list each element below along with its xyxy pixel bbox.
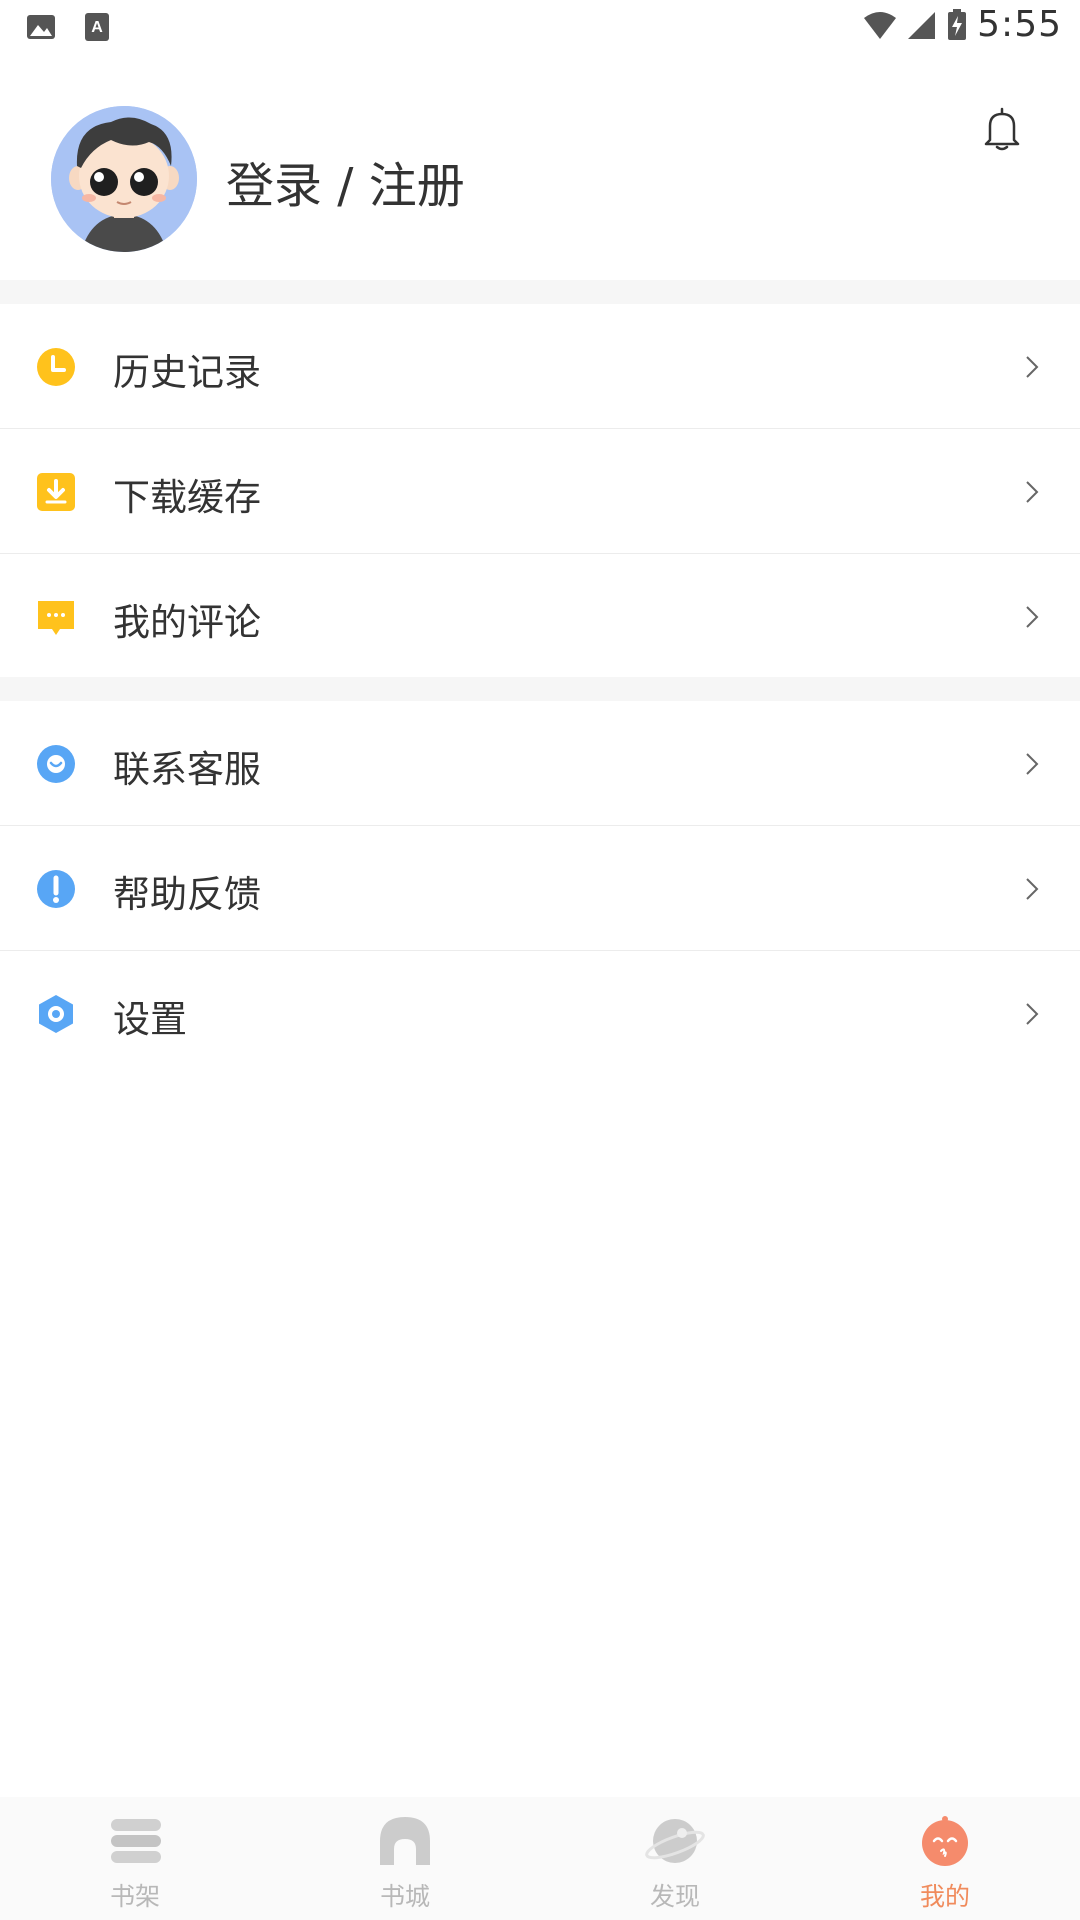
- chevron-right-icon: [1026, 356, 1039, 378]
- status-bar: A 5:55: [0, 0, 1080, 56]
- menu-item-help-feedback[interactable]: 帮助反馈: [0, 826, 1080, 951]
- nav-label: 我的: [919, 1882, 970, 1911]
- customer-service-icon: [37, 745, 75, 783]
- tab-mine[interactable]: 我的: [810, 1797, 1080, 1920]
- wifi-icon: [864, 11, 897, 39]
- menu-item-settings[interactable]: 设置: [0, 951, 1080, 1076]
- bookshelf-icon: [111, 1819, 161, 1863]
- tab-bookstore[interactable]: 书城: [270, 1797, 540, 1920]
- menu-group-2: 联系客服 帮助反馈 设置: [0, 701, 1080, 1076]
- menu-item-download-cache[interactable]: 下载缓存: [0, 429, 1080, 554]
- image-icon: [27, 15, 55, 39]
- menu-label: 历史记录: [113, 351, 261, 394]
- nav-label: 书架: [109, 1882, 160, 1911]
- bottom-nav: 书架 书城 发现 我的: [0, 1797, 1080, 1920]
- tab-discover[interactable]: 发现: [540, 1797, 810, 1920]
- menu-label: 设置: [113, 998, 187, 1041]
- menu-item-history[interactable]: 历史记录: [0, 304, 1080, 429]
- nav-label: 发现: [649, 1882, 700, 1911]
- battery-icon: [948, 8, 967, 40]
- menu-label: 我的评论: [113, 601, 261, 644]
- menu-label: 下载缓存: [113, 476, 261, 519]
- menu-item-my-comments[interactable]: 我的评论: [0, 554, 1080, 679]
- avatar[interactable]: [51, 106, 197, 252]
- signal-icon: [908, 11, 936, 39]
- chevron-right-icon: [1026, 878, 1039, 900]
- menu-label: 帮助反馈: [113, 873, 261, 916]
- nav-label: 书城: [379, 1882, 430, 1911]
- comment-icon: [38, 601, 74, 635]
- section-divider: [0, 280, 1080, 304]
- profile-header: 登录 / 注册: [0, 56, 1080, 280]
- status-time: 5:55: [977, 4, 1062, 45]
- section-divider: [0, 677, 1080, 701]
- font-icon: A: [85, 13, 109, 41]
- menu-group-1: 历史记录 下载缓存 我的评论: [0, 304, 1080, 679]
- chevron-right-icon: [1026, 753, 1039, 775]
- chevron-right-icon: [1026, 481, 1039, 503]
- history-clock-icon: [37, 348, 75, 386]
- chevron-right-icon: [1026, 1003, 1039, 1025]
- chevron-right-icon: [1026, 606, 1039, 628]
- download-icon: [37, 473, 75, 511]
- discover-icon: [645, 1819, 705, 1863]
- mine-icon: [922, 1816, 968, 1866]
- bell-icon[interactable]: [982, 106, 1022, 152]
- login-register-link[interactable]: 登录 / 注册: [226, 146, 465, 216]
- svg-text:A: A: [91, 19, 103, 36]
- menu-label: 联系客服: [113, 748, 261, 791]
- bookstore-icon: [380, 1817, 430, 1865]
- settings-icon: [39, 995, 73, 1033]
- tab-bookshelf[interactable]: 书架: [0, 1797, 270, 1920]
- menu-item-customer-service[interactable]: 联系客服: [0, 701, 1080, 826]
- feedback-icon: [37, 870, 75, 908]
